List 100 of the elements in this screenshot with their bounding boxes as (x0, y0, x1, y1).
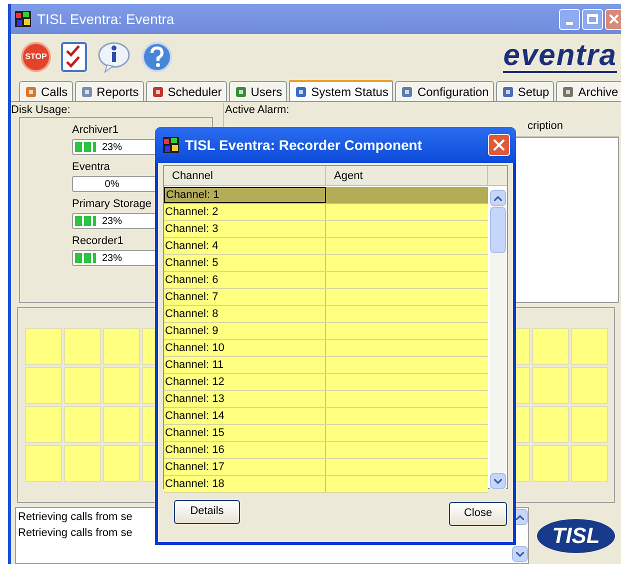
table-cell: Channel: 11 (164, 357, 326, 373)
tab[interactable]: Scheduler (146, 81, 227, 101)
channel-tile[interactable] (532, 445, 568, 482)
table-cell: Channel: 3 (164, 221, 326, 237)
tab[interactable]: Configuration (395, 81, 494, 101)
scroll-up-button[interactable] (490, 190, 506, 206)
table-cell: Channel: 2 (164, 204, 326, 220)
list-row[interactable]: Channel: 4 (164, 238, 488, 255)
maximize-icon (587, 14, 598, 24)
channel-tile[interactable] (64, 406, 100, 443)
scroll-thumb[interactable] (490, 207, 506, 253)
progress-reading: 0% (104, 178, 120, 191)
panel-title: Active Alarm: (224, 103, 290, 117)
channel-tile[interactable] (570, 445, 608, 482)
table-cell: Channel: 12 (164, 374, 326, 390)
list-row[interactable]: Channel: 13 (164, 391, 488, 408)
table-cell: Channel: 18 (164, 476, 326, 492)
close-icon (608, 14, 618, 24)
channel-tile[interactable] (570, 328, 608, 365)
list-row[interactable]: Channel: 17 (164, 459, 488, 476)
list-row[interactable]: Channel: 7 (164, 289, 488, 306)
help-icon[interactable] (141, 41, 173, 73)
column-header[interactable]: Channel (164, 166, 326, 185)
checklist-icon[interactable] (61, 42, 87, 72)
close-button[interactable] (488, 134, 510, 156)
channel-tile[interactable] (102, 328, 140, 365)
channel-tile[interactable] (24, 445, 62, 482)
disk-name: Primary Storage (72, 198, 152, 211)
info-icon[interactable] (97, 41, 131, 73)
channel-tile[interactable] (532, 406, 568, 443)
stop-button[interactable]: STOP (21, 42, 51, 72)
eventra-logo: eventra (503, 41, 617, 73)
disk-name: Recorder1 (72, 235, 124, 248)
dialog-button[interactable]: Close (449, 502, 507, 526)
app-icon (163, 137, 179, 153)
tab[interactable]: Archive (556, 81, 621, 101)
list-row[interactable]: Channel: 2 (164, 204, 488, 221)
column-header[interactable]: Agent (326, 166, 488, 185)
progress-reading: 23% (100, 252, 123, 265)
channel-tile[interactable] (64, 445, 100, 482)
maximize-button[interactable] (582, 8, 603, 30)
channel-tile[interactable] (570, 406, 608, 443)
channel-tile[interactable] (532, 328, 568, 365)
tab[interactable]: Users (228, 81, 288, 101)
channel-tile[interactable] (570, 367, 608, 404)
tab-icon (234, 84, 248, 98)
disk-name: Eventra (72, 161, 110, 174)
scroll-down-button[interactable] (490, 473, 506, 489)
list-row[interactable]: Channel: 3 (164, 221, 488, 238)
channel-tile[interactable] (24, 367, 62, 404)
channel-tile[interactable] (24, 406, 62, 443)
tab-icon (400, 84, 414, 98)
log-line: Retrieving calls from se (18, 526, 132, 541)
table-cell: Channel: 15 (164, 425, 326, 441)
dialog-title: TISL Eventra: Recorder Component (185, 136, 424, 155)
list-row[interactable]: Channel: 14 (164, 408, 488, 425)
list-row[interactable]: Channel: 5 (164, 255, 488, 272)
minimize-button[interactable] (559, 8, 580, 30)
table-cell: Channel: 8 (164, 306, 326, 322)
tab[interactable]: System Status (289, 80, 394, 101)
channel-tile[interactable] (64, 367, 100, 404)
tab[interactable]: Setup (496, 81, 554, 101)
list-row[interactable]: Channel: 11 (164, 357, 488, 374)
app-icon (15, 11, 31, 27)
disk-name: Archiver1 (72, 124, 118, 137)
list-row[interactable]: Channel: 1 (164, 187, 488, 204)
tab-icon (24, 84, 38, 98)
list-row[interactable]: Channel: 12 (164, 374, 488, 391)
list-row[interactable]: Channel: 18 (164, 476, 488, 493)
list-row[interactable]: Channel: 8 (164, 306, 488, 323)
list-row[interactable]: Channel: 6 (164, 272, 488, 289)
close-button[interactable] (605, 8, 621, 30)
tab[interactable]: Reports (74, 81, 144, 101)
scrollbar[interactable] (490, 190, 506, 489)
table-cell: Channel: 6 (164, 272, 326, 288)
minimize-icon (566, 22, 573, 24)
tab-icon (294, 84, 308, 98)
scroll-down-button[interactable] (512, 546, 528, 562)
column-header: cription (528, 119, 563, 134)
table-cell: Channel: 7 (164, 289, 326, 305)
channel-tile[interactable] (102, 406, 140, 443)
channel-tile[interactable] (102, 367, 140, 404)
table-cell: Channel: 4 (164, 238, 326, 254)
window-title: TISL Eventra: Eventra (37, 10, 176, 28)
table-cell: Channel: 10 (164, 340, 326, 356)
dialog-button[interactable]: Details (174, 500, 240, 524)
list-row[interactable]: Channel: 15 (164, 425, 488, 442)
list-row[interactable]: Channel: 16 (164, 442, 488, 459)
log-line: Retrieving calls from se (18, 510, 132, 525)
channel-tile[interactable] (24, 328, 62, 365)
channel-tile[interactable] (532, 367, 568, 404)
table-cell: Channel: 14 (164, 408, 326, 424)
channel-tile[interactable] (102, 445, 140, 482)
table-cell: Channel: 17 (164, 459, 326, 475)
list-row[interactable]: Channel: 10 (164, 340, 488, 357)
channel-tile[interactable] (64, 328, 100, 365)
tab[interactable]: Calls (19, 81, 73, 101)
list-row[interactable]: Channel: 9 (164, 323, 488, 340)
table-cell: Channel: 1 (164, 187, 326, 203)
close-icon (493, 139, 505, 151)
